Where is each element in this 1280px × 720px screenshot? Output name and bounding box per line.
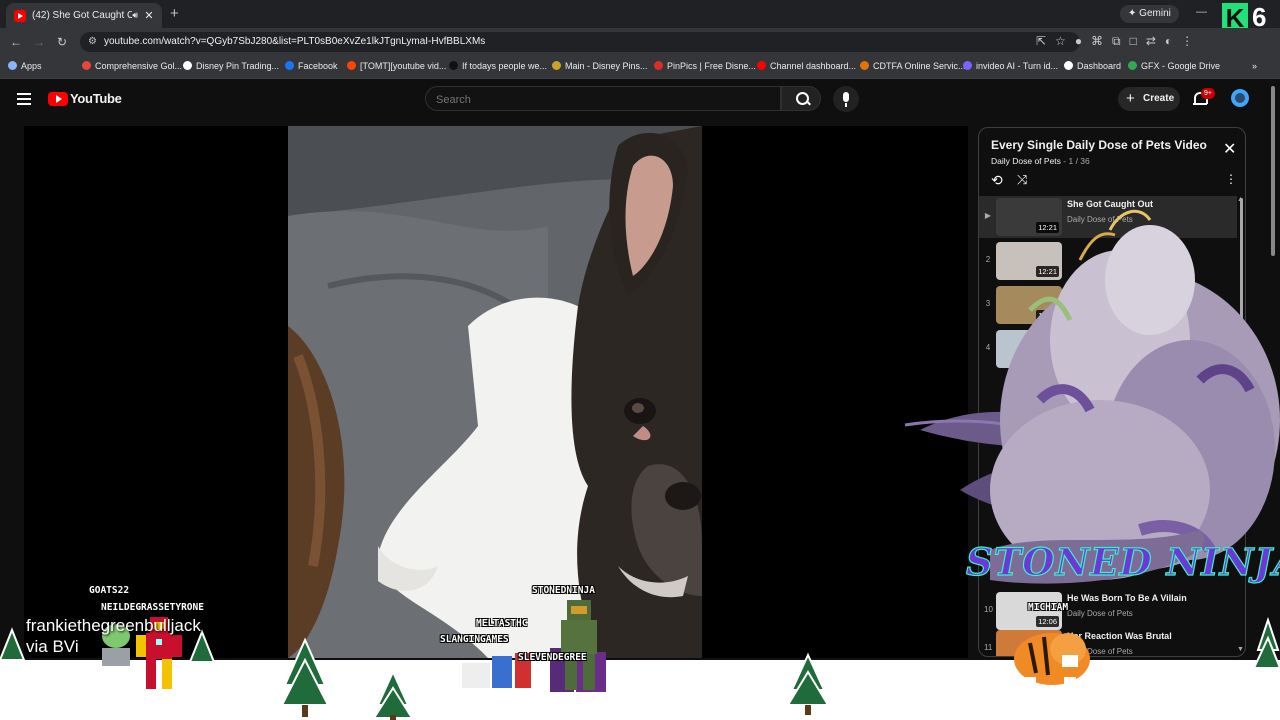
bookmark-item[interactable]: Dashboard xyxy=(1064,61,1121,71)
cannabis-bud-overlay xyxy=(904,209,1280,584)
chat-username: SLANGINGAMES xyxy=(440,634,509,645)
bookmarks-overflow-icon[interactable]: » xyxy=(1252,61,1257,71)
chat-username: MICHIAM xyxy=(1028,602,1069,613)
bookmark-favicon-icon xyxy=(285,61,294,70)
search-box[interactable] xyxy=(425,86,781,112)
playlist-channel[interactable]: Daily Dose of Pets xyxy=(991,156,1061,166)
bookmark-item[interactable]: Facebook xyxy=(285,61,338,71)
bookmark-favicon-icon xyxy=(347,61,356,70)
stoned-ninja-logo: STONED NINJA xyxy=(965,539,1280,584)
youtube-logo-icon[interactable] xyxy=(48,92,68,106)
bookmark-favicon-icon xyxy=(183,61,192,70)
bookmarks-bar: Apps Comprehensive Gol... Disney Pin Tradi… xyxy=(0,56,1280,79)
youtube-wordmark[interactable]: YouTube xyxy=(70,91,122,106)
video-frame-french-bulldog[interactable] xyxy=(288,126,702,658)
bookmark-item[interactable]: [TOMT][youtube vid... xyxy=(347,61,446,71)
minimize-button[interactable]: — xyxy=(1196,6,1207,18)
tab-close-icon[interactable]: ✕ xyxy=(142,9,156,22)
bookmark-favicon-icon xyxy=(1064,61,1073,70)
bookmark-favicon-icon xyxy=(963,61,972,70)
chat-username: STONEDNINJA xyxy=(532,585,595,596)
master-chief-sprite xyxy=(561,600,597,690)
bookmark-label: CDTFA Online Servic... xyxy=(873,61,966,71)
speaker-icon[interactable]: 🔊︎ xyxy=(132,10,138,21)
bookmark-item[interactable]: invideo AI - Turn id... xyxy=(963,61,1058,71)
bookmark-label: Channel dashboard... xyxy=(770,61,857,71)
bookmark-item[interactable]: Main - Disney Pins... xyxy=(552,61,648,71)
french-bulldog-image xyxy=(288,126,702,658)
search-icon[interactable] xyxy=(781,86,821,111)
bookmark-label: Dashboard xyxy=(1077,61,1122,71)
search-input[interactable] xyxy=(426,87,758,112)
plus-icon: + xyxy=(1126,90,1135,107)
shuffle-icon[interactable]: ⤨ xyxy=(1017,172,1027,188)
bookmark-label: [TOMT][youtube vid... xyxy=(360,61,447,71)
chat-username: NEILDEGRASSETYRONE xyxy=(101,602,204,613)
bookmark-favicon-icon xyxy=(1128,61,1137,70)
tab-title: (42) She Got Caught Out - Y xyxy=(32,10,133,21)
bookmark-favicon-icon xyxy=(757,61,766,70)
playlist-subtitle: Daily Dose of Pets - 1 / 36 xyxy=(991,156,1090,166)
bookmark-label: Main - Disney Pins... xyxy=(565,61,648,71)
forward-arrow-icon[interactable]: → xyxy=(33,35,45,49)
new-tab-button[interactable]: + xyxy=(170,5,179,22)
more-options-icon[interactable]: ⋮ xyxy=(1225,172,1237,186)
bookmark-item[interactable]: CDTFA Online Servic... xyxy=(860,61,966,71)
follower-alert: frankiethegreenbulljack via BVi xyxy=(26,615,201,657)
bookmark-favicon-icon xyxy=(654,61,663,70)
microphone-icon[interactable] xyxy=(833,86,859,112)
chat-username: SLEVENDEGREE xyxy=(518,652,587,663)
bookmark-item[interactable]: Apps xyxy=(8,61,42,71)
bookmark-label: Apps xyxy=(21,61,42,71)
bookmark-label: Comprehensive Gol... xyxy=(95,61,183,71)
bookmark-favicon-icon xyxy=(449,61,458,70)
bookmark-item[interactable]: PinPics | Free Disne... xyxy=(654,61,756,71)
bookmark-item[interactable]: GFX - Google Drive xyxy=(1128,61,1220,71)
chat-username: GOATS22 xyxy=(89,585,130,596)
bookmark-favicon-icon xyxy=(8,61,17,70)
bookmark-favicon-icon xyxy=(82,61,91,70)
bookmark-label: GFX - Google Drive xyxy=(1141,61,1221,71)
bookmark-label: Disney Pin Trading... xyxy=(196,61,280,71)
playlist-position: - 1 / 36 xyxy=(1060,156,1090,166)
tiger-sprite xyxy=(1014,633,1090,689)
bookmark-item[interactable]: If todays people we... xyxy=(449,61,547,71)
gemini-button[interactable]: ✦ Gemini xyxy=(1120,5,1179,23)
bookmark-label: If todays people we... xyxy=(462,61,548,71)
chat-username: MELTASTHC xyxy=(476,618,528,629)
loop-icon[interactable]: ⟲ xyxy=(991,172,1003,189)
youtube-favicon-icon xyxy=(14,9,26,22)
bookmark-favicon-icon xyxy=(552,61,561,70)
bookmark-label: Facebook xyxy=(298,61,338,71)
back-arrow-icon[interactable]: ← xyxy=(10,35,22,49)
reload-icon[interactable]: ↻ xyxy=(57,35,67,49)
browser-tab-strip xyxy=(0,0,1280,28)
bookmark-label: PinPics | Free Disne... xyxy=(667,61,756,71)
bookmark-item[interactable]: Channel dashboard... xyxy=(757,61,856,71)
bookmark-label: invideo AI - Turn id... xyxy=(976,61,1059,71)
gemini-label: Gemini xyxy=(1139,8,1171,19)
create-button[interactable]: + Create xyxy=(1118,87,1180,111)
follower-alert-line1: frankiethegreenbulljack xyxy=(26,616,201,635)
playlist-close-icon[interactable]: ✕ xyxy=(1223,142,1236,158)
playlist-title[interactable]: Every Single Daily Dose of Pets Video xyxy=(991,138,1207,152)
account-avatar[interactable] xyxy=(1231,89,1249,107)
create-label: Create xyxy=(1143,93,1175,104)
browser-tab-youtube[interactable]: (42) She Got Caught Out - Y 🔊︎ ✕ xyxy=(6,3,162,28)
extension-icons[interactable]: ⇱☆●⌘⧉□⇄◐⋮ xyxy=(1036,34,1202,49)
site-info-icon[interactable]: ⚙ xyxy=(88,32,97,52)
bookmark-item[interactable]: Comprehensive Gol... xyxy=(82,61,182,71)
url-text: youtube.com/watch?v=QGyb7SbJ280&list=PLT… xyxy=(104,36,486,47)
bookmark-item[interactable]: Disney Pin Trading... xyxy=(183,61,279,71)
omnibox[interactable]: ⚙ youtube.com/watch?v=QGyb7SbJ280&list=P… xyxy=(80,32,1080,52)
hamburger-menu-icon[interactable] xyxy=(17,93,31,105)
follower-alert-line2: via BVi xyxy=(26,637,79,656)
notification-count-badge: 9+ xyxy=(1201,88,1215,99)
bookmark-favicon-icon xyxy=(860,61,869,70)
